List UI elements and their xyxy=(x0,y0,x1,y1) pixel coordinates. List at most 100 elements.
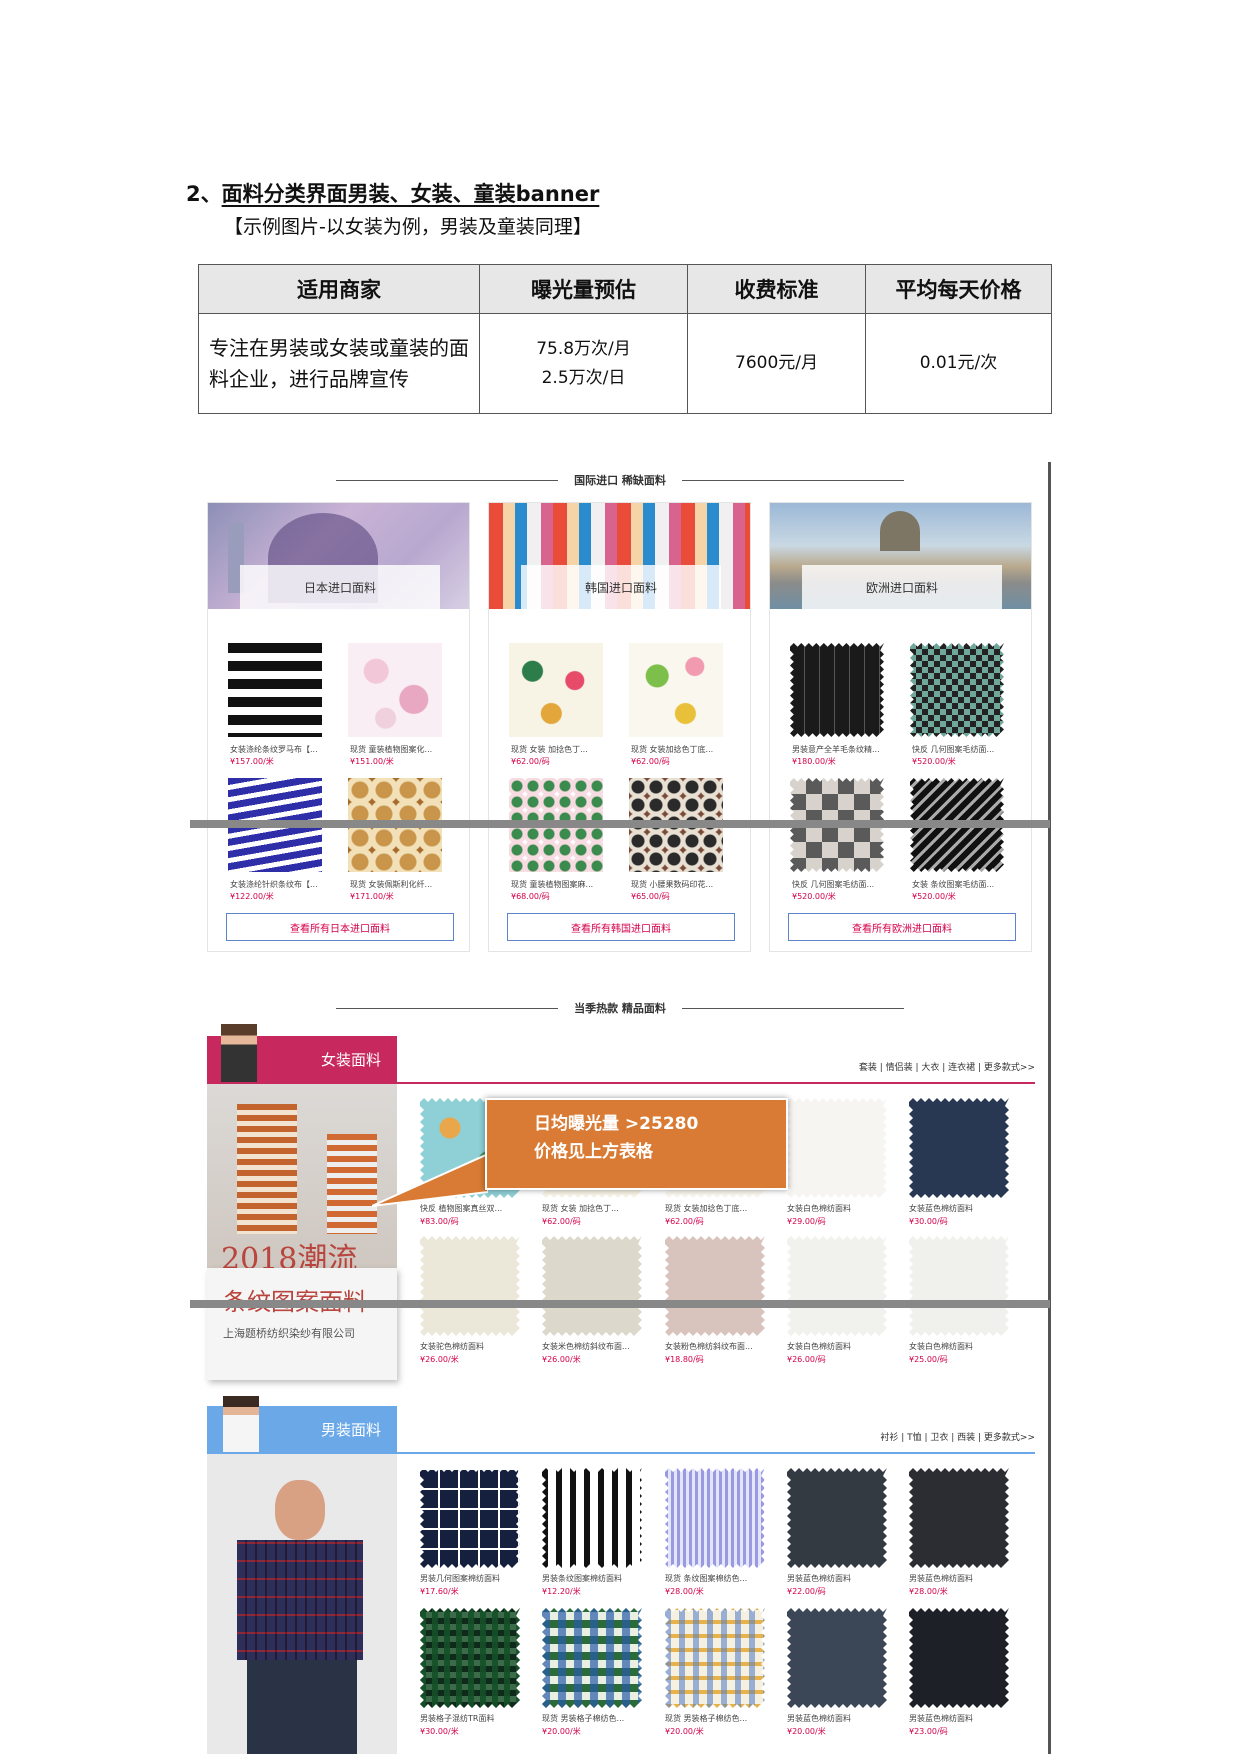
callout-line2: 价格见上方表格 xyxy=(534,1142,653,1162)
item-name[interactable]: 男装格子混纺TR面料 xyxy=(420,1713,530,1724)
item-name[interactable]: 女装米色棉纺斜纹布面... xyxy=(542,1341,652,1352)
fabric-swatch[interactable] xyxy=(420,1608,520,1708)
cell-daily-price: 0.01元/次 xyxy=(865,313,1052,414)
tab-men-fabric[interactable]: 男装面料 xyxy=(207,1396,397,1453)
item-name[interactable]: 现货 条纹图案棉纺色... xyxy=(665,1573,775,1584)
fabric-swatch[interactable] xyxy=(665,1468,765,1568)
item-price: ¥157.00/米 xyxy=(230,757,274,766)
callout-line1: 日均曝光量 >25280 xyxy=(534,1114,699,1134)
item-name[interactable]: 女装白色棉纺面料 xyxy=(787,1341,897,1352)
fabric-swatch[interactable] xyxy=(228,643,322,737)
item-price: ¥26.00/米 xyxy=(420,1355,459,1364)
fabric-swatch[interactable] xyxy=(787,1608,887,1708)
item-name[interactable]: 男装蓝色棉纺面料 xyxy=(909,1713,1019,1724)
item-price: ¥520.00/米 xyxy=(912,892,956,901)
item-price: ¥12.20/米 xyxy=(542,1587,581,1596)
cell-exposure: 75.8万次/月 2.5万次/日 xyxy=(479,313,688,414)
fabric-swatch[interactable] xyxy=(509,643,603,737)
fabric-swatch[interactable] xyxy=(787,1236,887,1336)
item-price: ¥18.80/码 xyxy=(665,1355,704,1364)
item-name[interactable]: 男装意产全羊毛条纹精... xyxy=(792,744,902,755)
model-figure xyxy=(327,1134,377,1234)
item-name[interactable]: 现货 女装 加捻色丁... xyxy=(542,1203,652,1214)
item-price: ¥20.00/米 xyxy=(542,1727,581,1736)
item-name[interactable]: 现货 女装加捻色丁底... xyxy=(631,744,741,755)
women-hero-image[interactable]: 2018潮流 xyxy=(207,1084,397,1277)
item-name[interactable]: 女装蓝色棉纺面料 xyxy=(909,1203,1019,1214)
item-price: ¥151.00/米 xyxy=(350,757,394,766)
item-name[interactable]: 现货 童装植物图案麻... xyxy=(511,879,621,890)
model-jeans xyxy=(247,1660,357,1754)
fabric-swatch[interactable] xyxy=(665,1236,765,1336)
item-name[interactable]: 男装蓝色棉纺面料 xyxy=(787,1573,897,1584)
fabric-swatch[interactable] xyxy=(790,643,884,737)
item-name[interactable]: 现货 小腰果数码印花... xyxy=(631,879,741,890)
item-name[interactable]: 女装驼色棉纺面料 xyxy=(420,1341,530,1352)
item-name[interactable]: 女装白色棉纺面料 xyxy=(909,1341,1019,1352)
banner-image-europe[interactable]: 欧洲进口面料 xyxy=(770,503,1031,609)
import-card-japan: 日本进口面料 女装涤纶条纹罗马布【... ¥157.00/米 现货 童装植物图案… xyxy=(207,502,470,952)
import-section-title: 国际进口 稀缺面料 xyxy=(320,470,920,490)
item-name[interactable]: 现货 女装加捻色丁底... xyxy=(665,1203,775,1214)
women-category-links[interactable]: 套装 | 情侣装 | 大衣 | 连衣裙 | 更多款式>> xyxy=(760,1060,1035,1073)
item-name[interactable]: 男装蓝色棉纺面料 xyxy=(909,1573,1019,1584)
fabric-swatch[interactable] xyxy=(420,1236,520,1336)
fabric-swatch[interactable] xyxy=(910,643,1004,737)
item-name[interactable]: 女装涤纶条纹罗马布【... xyxy=(230,744,340,755)
view-all-japan-button[interactable]: 查看所有日本进口面料 xyxy=(226,913,454,941)
men-category-links[interactable]: 衬衫 | T恤 | 卫衣 | 西装 | 更多款式>> xyxy=(760,1430,1035,1443)
promo-card[interactable]: 条纹图案面料 上海题桥纺织染纱有限公司 xyxy=(207,1268,397,1380)
item-name[interactable]: 女装白色棉纺面料 xyxy=(787,1203,897,1214)
item-name[interactable]: 男装条纹图案棉纺面料 xyxy=(542,1573,652,1584)
fabric-swatch[interactable] xyxy=(542,1608,642,1708)
fabric-swatch[interactable] xyxy=(629,643,723,737)
men-hero-image[interactable] xyxy=(207,1454,397,1754)
fabric-swatch[interactable] xyxy=(787,1098,887,1198)
banner-label: 欧洲进口面料 xyxy=(802,565,1002,609)
header-daily-price: 平均每天价格 xyxy=(865,264,1052,314)
item-name[interactable]: 女装涤纶针织条纹布【... xyxy=(230,879,340,890)
fabric-swatch[interactable] xyxy=(909,1236,1009,1336)
fabric-swatch[interactable] xyxy=(665,1608,765,1708)
item-price: ¥180.00/米 xyxy=(792,757,836,766)
subheading: 【示例图片-以女装为例，男装及童装同理】 xyxy=(224,216,592,238)
item-name[interactable]: 女装粉色棉纺斜纹布面... xyxy=(665,1341,775,1352)
item-price: ¥20.00/米 xyxy=(787,1727,826,1736)
item-name[interactable]: 女装 条纹图案毛纺面... xyxy=(912,879,1022,890)
item-name[interactable]: 现货 男装格子棉纺色... xyxy=(665,1713,775,1724)
fabric-swatch[interactable] xyxy=(542,1468,642,1568)
tab-women-fabric[interactable]: 女装面料 xyxy=(207,1024,397,1083)
view-all-europe-button[interactable]: 查看所有欧洲进口面料 xyxy=(788,913,1016,941)
heading-title: 面料分类界面男装、女装、童装banner xyxy=(221,182,600,206)
item-name[interactable]: 现货 女装佩斯利化纤... xyxy=(350,879,460,890)
model-head xyxy=(275,1480,325,1540)
item-name[interactable]: 现货 童装植物图案化... xyxy=(350,744,460,755)
fabric-swatch[interactable] xyxy=(909,1098,1009,1198)
item-name[interactable]: 现货 男装格子棉纺色... xyxy=(542,1713,652,1724)
table-row: 专注在男装或女装或童装的面料企业，进行品牌宣传 75.8万次/月 2.5万次/日 … xyxy=(198,313,1052,414)
item-name[interactable]: 快反 几何图案毛纺面... xyxy=(912,744,1022,755)
fabric-swatch[interactable] xyxy=(420,1468,520,1568)
view-all-korea-button[interactable]: 查看所有韩国进口面料 xyxy=(507,913,735,941)
item-name[interactable]: 男装几何图案棉纺面料 xyxy=(420,1573,530,1584)
exposure-month: 75.8万次/月 xyxy=(536,338,631,359)
fabric-swatch[interactable] xyxy=(542,1236,642,1336)
document-page: 2、面料分类界面男装、女装、童装banner 【示例图片-以女装为例，男装及童装… xyxy=(0,0,1239,1754)
item-price: ¥68.00/码 xyxy=(511,892,550,901)
item-name[interactable]: 男装蓝色棉纺面料 xyxy=(787,1713,897,1724)
divider-bar xyxy=(190,1300,1050,1308)
fabric-swatch[interactable] xyxy=(787,1468,887,1568)
item-name[interactable]: 现货 女装 加捻色丁... xyxy=(511,744,621,755)
fabric-swatch[interactable] xyxy=(348,643,442,737)
banner-image-japan[interactable]: 日本进口面料 xyxy=(208,503,469,609)
cell-fee: 7600元/月 xyxy=(687,313,866,414)
fabric-swatch[interactable] xyxy=(909,1608,1009,1708)
banner-image-korea[interactable]: 韩国进口面料 xyxy=(489,503,750,609)
item-name[interactable]: 快反 几何图案毛纺面... xyxy=(792,879,902,890)
item-price: ¥26.00/码 xyxy=(787,1355,826,1364)
fabric-swatch[interactable] xyxy=(909,1468,1009,1568)
hot-section-title: 当季热款 精品面料 xyxy=(320,998,920,1018)
tab-label: 女装面料 xyxy=(320,1051,381,1069)
item-price: ¥25.00/码 xyxy=(909,1355,948,1364)
item-price: ¥62.00/码 xyxy=(511,757,550,766)
